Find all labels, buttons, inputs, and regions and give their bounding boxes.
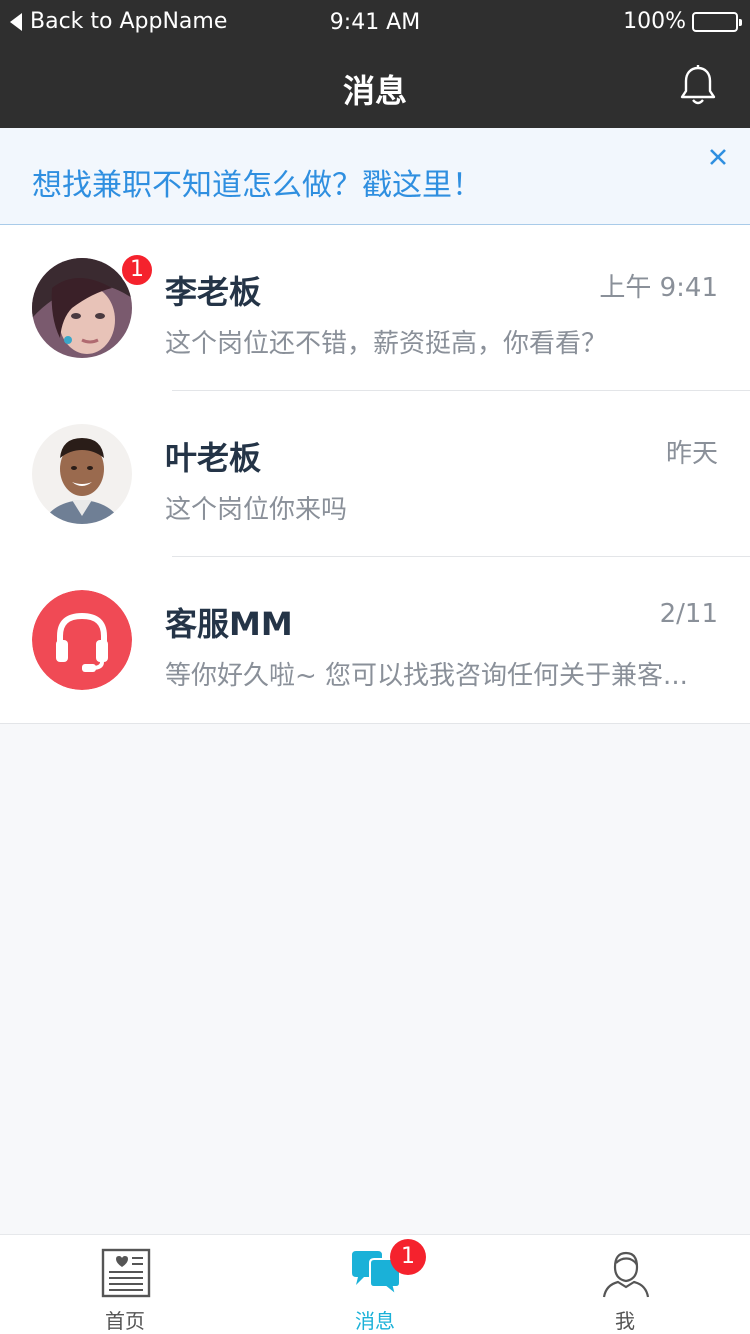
battery-indicator: 100% — [623, 9, 742, 34]
news-icon — [101, 1248, 151, 1298]
message-list: 1 李老板 上午 9:41 这个岗位还不错，薪资挺高，你看看？ 叶老板 昨天 这… — [0, 225, 750, 724]
tab-me[interactable]: 我 — [500, 1235, 750, 1334]
status-bar: Back to AppName 9:41 AM 100% — [0, 0, 750, 44]
message-row-ye[interactable]: 叶老板 昨天 这个岗位你来吗 — [0, 391, 750, 557]
avatar — [32, 258, 132, 358]
page-title: 消息 — [342, 72, 407, 110]
avatar — [32, 424, 132, 524]
contact-name: 李老板 — [165, 273, 262, 311]
message-preview: 这个岗位还不错，薪资挺高，你看看？ — [165, 329, 608, 359]
tab-label: 首页 — [105, 1309, 145, 1333]
message-time: 昨天 — [665, 439, 718, 469]
tab-home[interactable]: 首页 — [0, 1235, 250, 1334]
battery-percent: 100% — [623, 9, 686, 34]
message-time: 2/11 — [659, 599, 718, 629]
message-preview: 这个岗位你来吗 — [165, 495, 348, 525]
banner-text[interactable]: 想找兼职不知道怎么做？戳这里！ — [32, 160, 482, 204]
battery-icon — [692, 11, 742, 32]
tab-label: 我 — [615, 1309, 635, 1333]
close-icon[interactable] — [706, 145, 730, 169]
message-time: 上午 9:41 — [599, 273, 718, 303]
tab-bar: 首页 1 消息 我 — [0, 1234, 750, 1334]
message-row-service[interactable]: 客服MM 2/11 等你好久啦~ 您可以找我咨询任何关于兼客... — [0, 557, 750, 723]
message-preview: 等你好久啦~ 您可以找我咨询任何关于兼客... — [165, 661, 688, 691]
nav-bar: 消息 — [0, 44, 750, 128]
unread-badge: 1 — [120, 253, 154, 287]
user-icon — [602, 1251, 650, 1298]
contact-name: 客服MM — [165, 605, 293, 643]
promo-banner[interactable]: 想找兼职不知道怎么做？戳这里！ — [0, 128, 750, 225]
message-row-li[interactable]: 1 李老板 上午 9:41 这个岗位还不错，薪资挺高，你看看？ — [0, 225, 750, 391]
bell-icon[interactable] — [678, 64, 718, 108]
contact-name: 叶老板 — [165, 439, 262, 477]
tab-badge: 1 — [390, 1239, 426, 1275]
customer-service-avatar — [32, 590, 132, 690]
tab-messages[interactable]: 1 消息 — [250, 1235, 500, 1334]
tab-label: 消息 — [355, 1309, 395, 1333]
headset-icon — [32, 590, 132, 690]
